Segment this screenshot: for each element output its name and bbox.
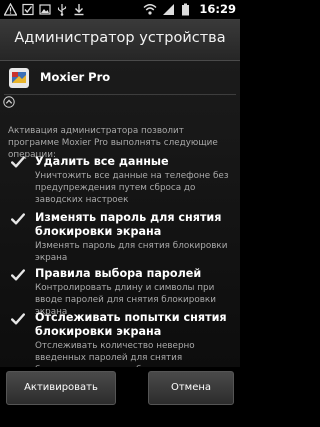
check-icon xyxy=(11,156,25,168)
permission-title: Правила выбора паролей xyxy=(35,267,202,280)
photo-icon xyxy=(39,4,51,15)
battery-icon xyxy=(182,3,189,16)
checkbox-icon xyxy=(22,3,34,16)
clock: 16:29 xyxy=(199,2,236,16)
download-icon xyxy=(74,4,84,16)
usb-icon xyxy=(57,4,67,16)
title-bar: Администратор устройства xyxy=(0,19,240,61)
permission-title: Удалить все данные xyxy=(35,155,169,168)
permission-description: Отслеживать количество неверно введенных… xyxy=(35,341,195,367)
divider xyxy=(4,94,236,95)
check-icon xyxy=(11,213,25,225)
page-title: Администратор устройства xyxy=(14,30,226,46)
collapse-icon[interactable] xyxy=(3,96,15,108)
app-icon xyxy=(9,68,29,88)
warning-icon xyxy=(4,3,17,16)
content-area[interactable]: Moxier Pro Активация администратора позв… xyxy=(0,61,240,367)
permission-description: Изменять пароль для снятия блокировки эк… xyxy=(35,241,228,263)
wifi-icon xyxy=(143,4,157,15)
check-icon xyxy=(11,313,25,325)
permission-title: Отслеживать попытки снятия блокировки эк… xyxy=(35,311,227,338)
status-bar: 16:29 xyxy=(0,0,240,19)
cancel-button[interactable]: Отмена xyxy=(148,371,234,405)
activate-button[interactable]: Активировать xyxy=(6,371,116,405)
permission-title: Изменять пароль для снятия блокировки эк… xyxy=(35,211,222,238)
check-icon xyxy=(11,269,25,281)
signal-icon xyxy=(163,4,174,15)
button-bar: Активировать Отмена xyxy=(0,367,240,427)
app-name: Moxier Pro xyxy=(40,70,111,84)
permission-description: Уничтожить все данные на телефоне без пр… xyxy=(35,171,229,205)
